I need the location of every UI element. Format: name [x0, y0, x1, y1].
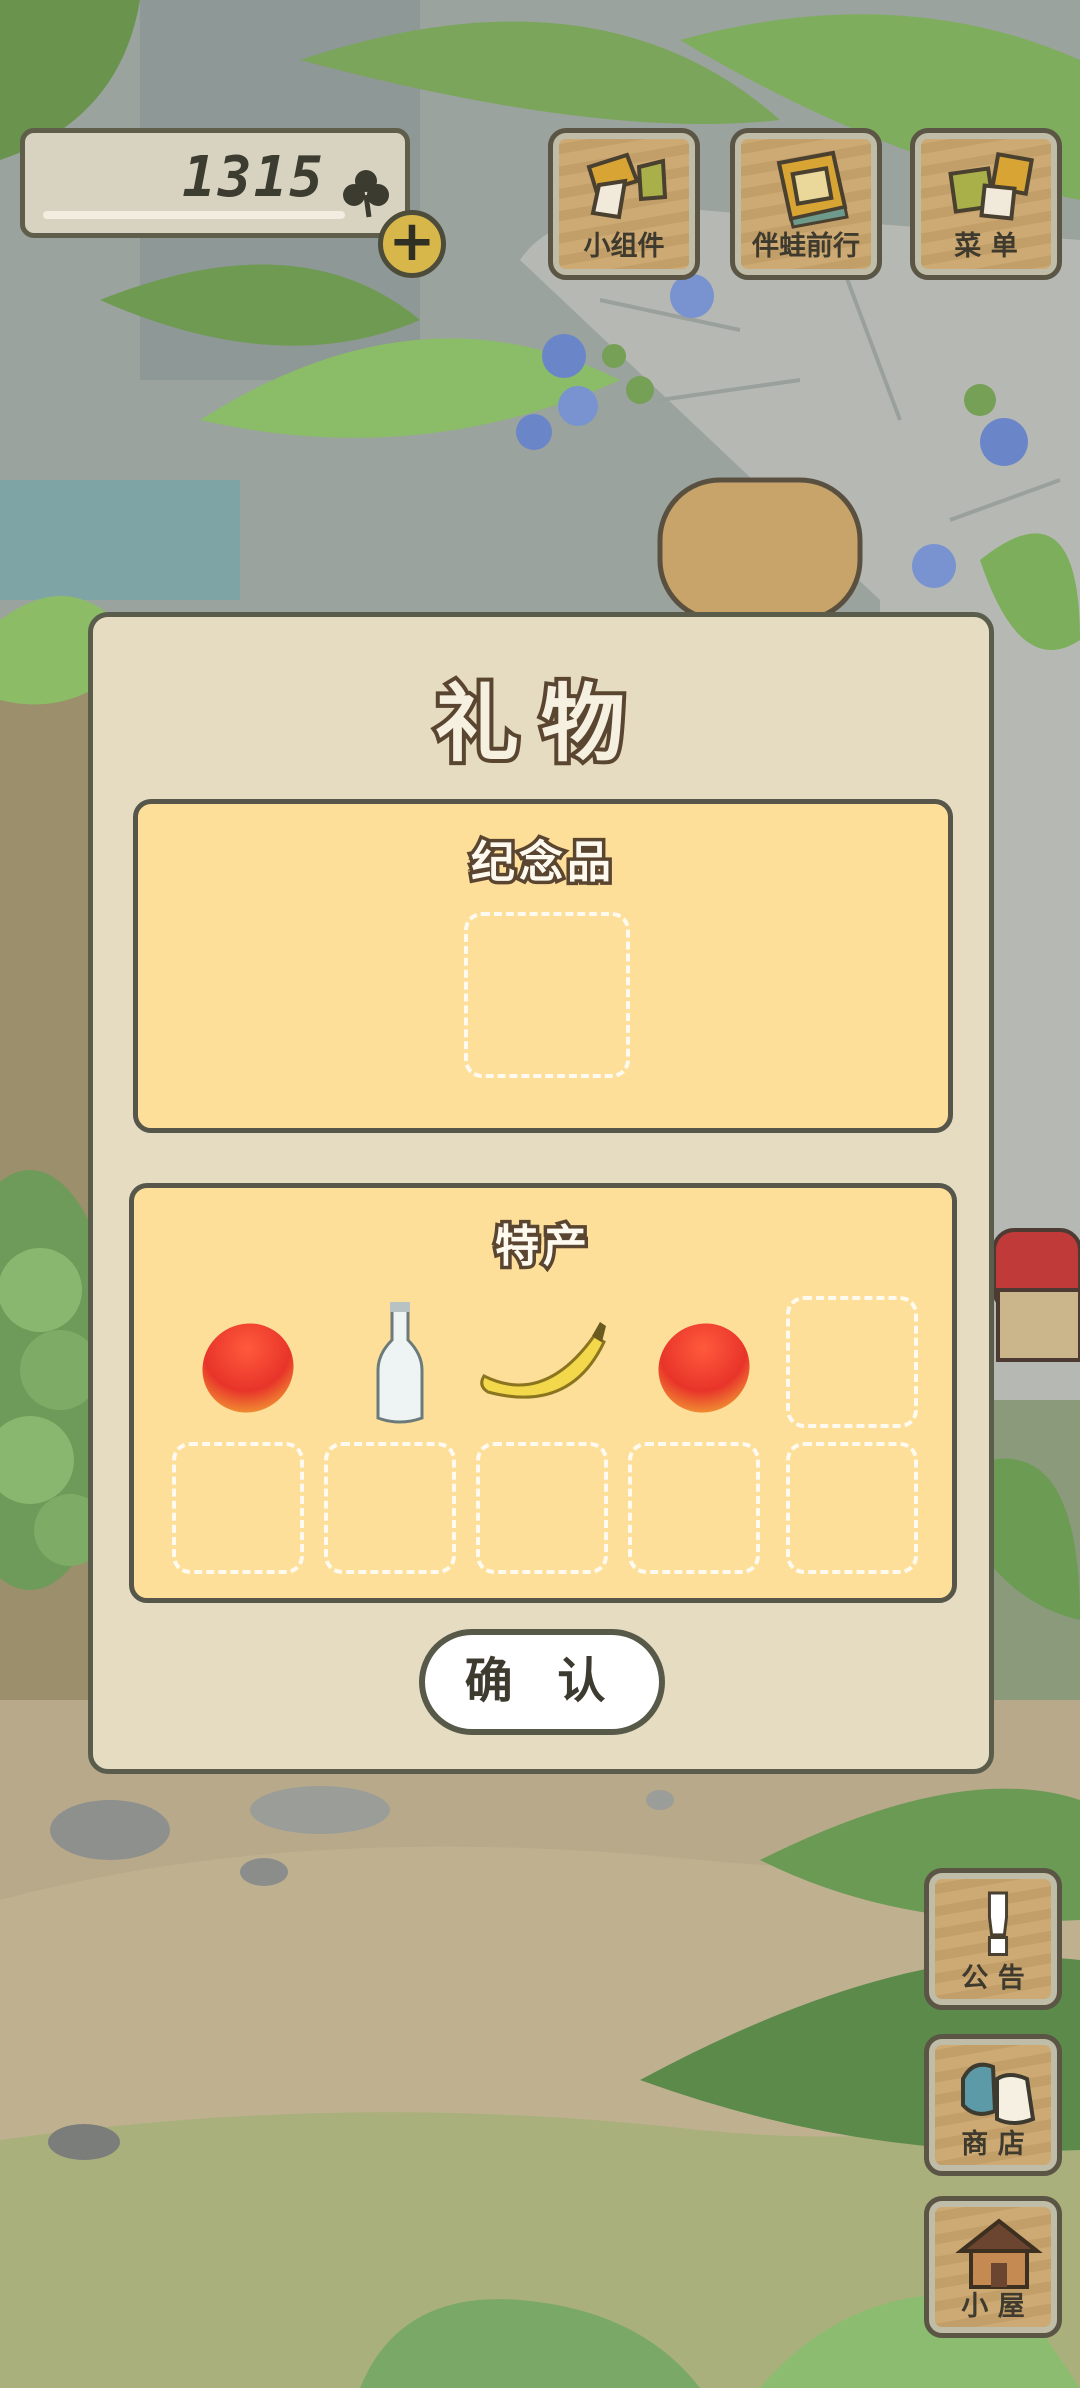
- specialty-slot-empty[interactable]: [786, 1442, 918, 1574]
- specialty-label: 特产: [492, 1218, 591, 1276]
- widgets-label: 小组件: [583, 231, 665, 262]
- shop-label: 商 店: [961, 2129, 1025, 2160]
- counter-highlight: [43, 211, 345, 219]
- mango-icon[interactable]: [182, 1300, 314, 1432]
- clover-counter: 1315: [20, 128, 410, 238]
- clover-icon: [343, 170, 389, 218]
- souvenir-label: 纪念品: [468, 834, 615, 892]
- widgets-icon: [586, 152, 668, 220]
- widgets-button[interactable]: 小组件: [548, 128, 700, 280]
- add-clover-button[interactable]: +: [378, 210, 446, 278]
- specialty-slot-empty[interactable]: [786, 1296, 918, 1428]
- house-label: 小 屋: [961, 2291, 1025, 2322]
- confirm-button[interactable]: 确 认: [419, 1629, 665, 1735]
- menu-icon: [948, 151, 1035, 221]
- gift-dialog-title: 礼物: [431, 671, 647, 777]
- banana-icon[interactable]: [474, 1296, 614, 1428]
- mango-icon[interactable]: [638, 1300, 770, 1432]
- souvenir-slot[interactable]: [464, 912, 630, 1078]
- notice-label: 公 告: [961, 1963, 1025, 1994]
- travel-book-icon: [776, 150, 849, 229]
- house-button[interactable]: 小 屋: [924, 2196, 1062, 2338]
- specialty-slot-empty[interactable]: [628, 1442, 760, 1574]
- specialty-panel: 特产: [129, 1183, 957, 1603]
- gift-dialog: 礼物 纪念品 特产 确 认: [88, 612, 994, 1774]
- clover-amount: 1315: [182, 145, 325, 210]
- menu-button[interactable]: 菜 单: [910, 128, 1062, 280]
- shop-button[interactable]: 商 店: [924, 2034, 1062, 2176]
- specialty-slot-empty[interactable]: [476, 1442, 608, 1574]
- notice-button[interactable]: ! 公 告: [924, 1868, 1062, 2010]
- specialty-slot-empty[interactable]: [324, 1442, 456, 1574]
- travel-together-label: 伴蛙前行: [752, 231, 860, 262]
- menu-label: 菜 单: [954, 231, 1018, 262]
- specialty-slot-empty[interactable]: [172, 1442, 304, 1574]
- bottle-icon[interactable]: [334, 1300, 466, 1432]
- travel-together-button[interactable]: 伴蛙前行: [730, 128, 882, 280]
- souvenir-panel: 纪念品: [133, 799, 953, 1133]
